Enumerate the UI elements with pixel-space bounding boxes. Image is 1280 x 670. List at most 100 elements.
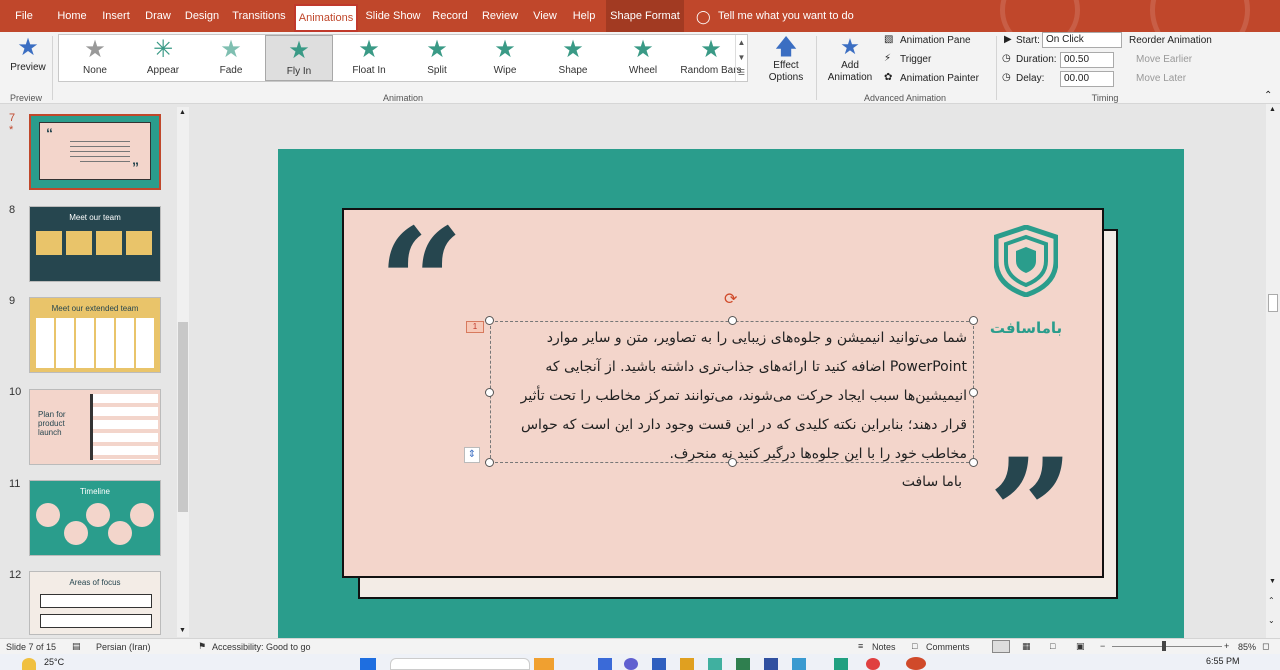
previous-slide-icon[interactable]: ⌃ (1268, 596, 1275, 605)
move-later-button[interactable]: Move Later (1136, 73, 1186, 84)
scroll-thumb[interactable] (178, 322, 188, 512)
canvas-scrollbar[interactable]: ▲ ▼ ⌃ ⌄ (1266, 104, 1280, 638)
anim-shape[interactable]: ★ Shape (539, 35, 607, 81)
scroll-down-icon[interactable]: ▼ (179, 627, 186, 634)
anim-fly-in[interactable]: ★ Fly In (265, 35, 333, 81)
resize-handle[interactable] (485, 458, 494, 467)
group-label-preview: Preview (9, 93, 42, 103)
duration-input[interactable]: 00.50 (1060, 52, 1114, 68)
tab-view[interactable]: View (528, 0, 562, 32)
fit-slide-icon[interactable]: ◻ (1262, 641, 1269, 652)
taskbar-app-icon[interactable] (652, 658, 666, 670)
anim-wheel[interactable]: ★ Wheel (609, 35, 677, 81)
zoom-level[interactable]: 85% (1238, 642, 1256, 652)
animation-order-badge[interactable]: 1 (466, 321, 484, 333)
slide-thumbnail-panel: 7 * “ ” 8 Meet our team 9 Meet our exten… (0, 104, 192, 638)
resize-handle[interactable] (969, 458, 978, 467)
trigger-button[interactable]: Trigger (900, 54, 931, 65)
resize-handle[interactable] (485, 388, 494, 397)
anim-none[interactable]: ★ None (61, 35, 129, 81)
delay-input[interactable]: 00.00 (1060, 71, 1114, 87)
add-animation-button[interactable]: ★ Add Animation (822, 34, 878, 90)
tab-transitions[interactable]: Transitions (228, 0, 290, 32)
anim-fade[interactable]: ★ Fade (197, 35, 265, 81)
effect-options-button[interactable]: 🡅 Effect Options (760, 34, 812, 90)
slide-thumb-12[interactable]: Areas of focus (29, 571, 161, 635)
zoom-slider[interactable] (1112, 646, 1222, 647)
slide-sorter-icon[interactable]: ▦ (1022, 641, 1031, 652)
reading-view-icon[interactable]: □ (1050, 641, 1055, 651)
taskbar-app-icon[interactable] (624, 658, 638, 670)
windows-start-icon[interactable] (360, 658, 376, 670)
thumb-quote-icon: ” (132, 159, 139, 175)
resize-handle[interactable] (969, 388, 978, 397)
zoom-slider-thumb[interactable] (1162, 641, 1166, 651)
resize-handle[interactable] (485, 316, 494, 325)
plan-list (90, 394, 158, 460)
text-box[interactable]: شما می‌توانید انیمیشن و جلوه‌های زیبایی … (490, 321, 974, 463)
anim-appear[interactable]: ✳ Appear (129, 35, 197, 81)
ribbon: ★ Preview Preview ★ None ✳ Appear ★ Fade ★ F… (0, 32, 1280, 104)
slide-thumb-11[interactable]: Timeline (29, 480, 161, 556)
preview-button[interactable]: ★ Preview (8, 34, 48, 90)
zoom-out-icon[interactable]: − (1100, 641, 1105, 651)
slideshow-icon[interactable]: ▣ (1076, 641, 1085, 652)
slide-thumb-10[interactable]: Plan for product launch (29, 389, 161, 465)
rotate-handle-icon[interactable]: ⟳ (724, 289, 737, 309)
taskbar-app-icon[interactable] (834, 658, 848, 670)
start-select[interactable]: On Click (1042, 32, 1122, 48)
gallery-scroll[interactable]: ▲ ▼ ☰ (735, 35, 747, 81)
normal-view-icon[interactable] (992, 640, 1010, 653)
taskbar-app-icon[interactable] (792, 658, 806, 670)
taskbar-app-icon[interactable] (866, 658, 880, 670)
taskbar-app-icon[interactable] (764, 658, 778, 670)
status-bar: Slide 7 of 15 ▤ Persian (Iran) ⚑ Accessi… (0, 638, 1280, 654)
animation-painter-button[interactable]: Animation Painter (900, 73, 979, 84)
tab-record[interactable]: Record (428, 0, 472, 32)
tab-animations[interactable]: Animations (294, 4, 358, 32)
move-earlier-button[interactable]: Move Earlier (1136, 54, 1192, 65)
resize-handle[interactable] (728, 458, 737, 467)
animation-pane-button[interactable]: Animation Pane (900, 35, 971, 46)
tab-draw[interactable]: Draw (140, 0, 176, 32)
taskbar-app-icon[interactable] (736, 658, 750, 670)
tab-insert[interactable]: Insert (96, 0, 136, 32)
spelling-icon[interactable]: ▤ (72, 641, 81, 652)
tab-review[interactable]: Review (478, 0, 522, 32)
scroll-up-icon[interactable]: ▲ (1269, 106, 1276, 113)
tab-help[interactable]: Help (566, 0, 602, 32)
taskbar-app-icon[interactable] (534, 658, 554, 670)
anim-float-in[interactable]: ★ Float In (335, 35, 403, 81)
scroll-down-icon[interactable]: ▼ (1269, 578, 1276, 585)
anim-wipe[interactable]: ★ Wipe (471, 35, 539, 81)
autofit-options-icon[interactable]: ⇕ (464, 447, 480, 463)
taskbar-app-icon[interactable] (598, 658, 612, 670)
scroll-up-icon[interactable]: ▲ (179, 109, 186, 116)
tab-design[interactable]: Design (180, 0, 224, 32)
language-indicator[interactable]: Persian (Iran) (96, 642, 151, 652)
accessibility-status[interactable]: Accessibility: Good to go (212, 642, 311, 652)
anim-split[interactable]: ★ Split (403, 35, 471, 81)
scroll-thumb[interactable] (1268, 294, 1278, 312)
taskbar-app-icon[interactable] (708, 658, 722, 670)
taskbar-search[interactable] (390, 658, 530, 670)
powerpoint-taskbar-icon[interactable] (906, 657, 926, 670)
notes-button[interactable]: Notes (872, 642, 896, 652)
taskbar-app-icon[interactable] (680, 658, 694, 670)
tab-file[interactable]: File (6, 0, 42, 32)
slide-thumb-7[interactable]: “ ” (29, 114, 161, 190)
tab-slide-show[interactable]: Slide Show (362, 0, 424, 32)
tab-shape-format[interactable]: Shape Format (606, 0, 684, 32)
tab-home[interactable]: Home (52, 0, 92, 32)
slide-thumb-8[interactable]: Meet our team (29, 206, 161, 282)
zoom-in-icon[interactable]: + (1224, 641, 1229, 651)
panel-scrollbar[interactable]: ▲ ▼ (177, 107, 189, 637)
resize-handle[interactable] (969, 316, 978, 325)
slide[interactable]: “ ” باماسافت ⟳ 1 شما می‌توانید انیمیشن و… (278, 149, 1184, 638)
next-slide-icon[interactable]: ⌄ (1268, 616, 1275, 625)
tell-me-search[interactable]: Tell me what you want to do (718, 10, 854, 22)
comments-button[interactable]: Comments (926, 642, 970, 652)
slide-thumb-9[interactable]: Meet our extended team (29, 297, 161, 373)
resize-handle[interactable] (728, 316, 737, 325)
collapse-ribbon-icon[interactable]: ⌃ (1264, 90, 1272, 101)
